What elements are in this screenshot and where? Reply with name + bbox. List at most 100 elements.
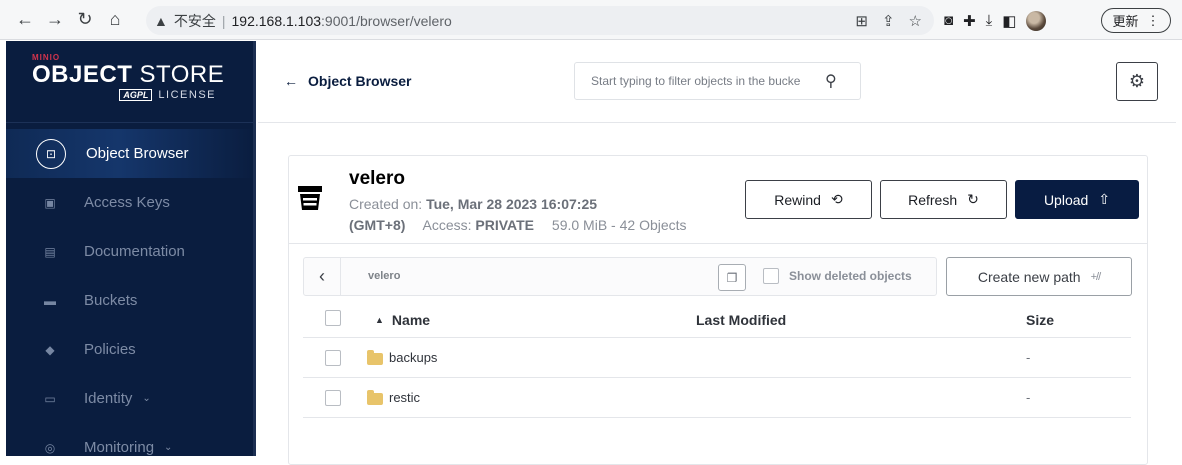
sidebar-item-buckets[interactable]: ▬ Buckets <box>6 276 256 325</box>
page-title: Object Browser <box>308 73 412 89</box>
column-label: Name <box>391 312 431 328</box>
sidebar-item-label: Monitoring <box>84 439 155 456</box>
object-browser-icon: ⊡ <box>36 138 66 169</box>
new-path-icon: +// <box>1090 270 1102 283</box>
sidebar-menu: ⊡ Object Browser ▣ Access Keys ▤ Documen… <box>6 123 256 456</box>
created-value: Tue, Mar 28 2023 16:07:25 <box>426 196 598 212</box>
warning-icon: ▲ <box>154 12 168 29</box>
arrow-left-icon: ← <box>284 73 298 89</box>
url-path: :9001/browser/velero <box>321 12 452 29</box>
search-icon[interactable]: ⚲ <box>825 71 837 91</box>
table-row[interactable]: backups - <box>303 338 1131 378</box>
upload-label: Upload <box>1043 191 1089 208</box>
show-deleted-toggle[interactable]: Show deleted objects <box>763 268 912 284</box>
table-row[interactable]: restic - <box>303 378 1131 418</box>
minio-logo[interactable]: MINIO OBJECT STORE AGPL LICENSE <box>6 41 256 123</box>
back-to-object-browser-link[interactable]: ← Object Browser <box>284 73 411 89</box>
created-label: Created on: <box>349 196 423 212</box>
reload-icon[interactable]: ↻ <box>70 5 100 35</box>
access-value: PRIVATE <box>475 217 535 233</box>
documentation-icon: ▤ <box>44 244 56 259</box>
divider: | <box>221 12 226 29</box>
sidebar-item-identity[interactable]: ▭ Identity ⌄ <box>6 374 256 423</box>
copy-path-button[interactable]: ❐ <box>718 264 746 291</box>
side-panel-icon[interactable]: ◧ <box>1002 12 1016 30</box>
gear-icon: ⚙ <box>1128 71 1146 91</box>
monitoring-icon: ◎ <box>44 440 56 455</box>
column-header-name[interactable]: ▲ Name <box>375 312 430 328</box>
sidebar: MINIO OBJECT STORE AGPL LICENSE ⊡ Object… <box>6 41 256 456</box>
bookmark-star-icon[interactable]: ☆ <box>909 12 922 30</box>
security-indicator[interactable]: ▲ 不安全 | <box>154 11 232 31</box>
chevron-left-icon[interactable]: ‹ <box>304 258 341 295</box>
share-icon[interactable]: ⇪ <box>882 12 895 30</box>
browser-toolbar: ← → ↻ ⌂ ▲ 不安全 | 192.168.1.103 :9001/brow… <box>0 0 1182 40</box>
sidebar-item-policies[interactable]: ◆ Policies <box>6 325 256 374</box>
extensions-puzzle-icon[interactable]: ✚ <box>963 12 976 30</box>
history-icon: ⟲ <box>830 191 843 207</box>
bucket-meta: (GMT+8) Access: PRIVATE 59.0 MiB - 42 Ob… <box>349 217 687 233</box>
upload-icon: ⇧ <box>1098 191 1111 207</box>
home-icon[interactable]: ⌂ <box>100 5 130 35</box>
create-new-path-button[interactable]: Create new path +// <box>946 257 1132 296</box>
bucket-icon <box>298 186 322 210</box>
download-icon[interactable]: ⤓ <box>986 12 993 29</box>
filter-objects-input[interactable] <box>591 74 823 88</box>
access-keys-icon: ▣ <box>44 195 56 210</box>
refresh-label: Refresh <box>908 191 958 208</box>
update-button[interactable]: 更新 ⋮ <box>1101 8 1171 33</box>
folder-icon <box>367 389 383 405</box>
sidebar-item-documentation[interactable]: ▤ Documentation <box>6 227 256 276</box>
column-header-size[interactable]: Size <box>1026 312 1054 328</box>
extension-app-icon[interactable]: ◙ <box>944 12 953 29</box>
chevron-down-icon: ⌄ <box>164 442 173 453</box>
row-checkbox[interactable] <box>325 390 341 406</box>
profile-avatar[interactable] <box>1026 10 1047 31</box>
policies-icon: ◆ <box>45 342 55 357</box>
object-size: - <box>1026 350 1031 365</box>
main-content: ← Object Browser ⚲ ⚙ velero Created on: … <box>258 41 1176 465</box>
security-label: 不安全 <box>173 12 216 29</box>
column-header-last-modified[interactable]: Last Modified <box>696 312 786 328</box>
refresh-button[interactable]: Refresh ↻ <box>880 180 1007 219</box>
address-bar[interactable]: ▲ 不安全 | 192.168.1.103 :9001/browser/vele… <box>146 6 934 35</box>
page-header: ← Object Browser ⚲ ⚙ <box>258 41 1176 123</box>
sidebar-item-monitoring[interactable]: ◎ Monitoring ⌄ <box>6 423 256 456</box>
back-arrow-icon[interactable]: ← <box>10 5 40 35</box>
create-path-label: Create new path <box>977 268 1081 285</box>
folder-icon <box>367 349 383 365</box>
sidebar-item-access-keys[interactable]: ▣ Access Keys <box>6 178 256 227</box>
sidebar-item-label: Identity <box>84 390 133 407</box>
breadcrumb-path[interactable]: velero <box>368 270 400 282</box>
settings-button[interactable]: ⚙ <box>1116 62 1158 101</box>
show-deleted-label: Show deleted objects <box>789 269 912 283</box>
objects-table: ▲ Name Last Modified Size backups - rest… <box>303 298 1131 418</box>
rewind-label: Rewind <box>774 191 821 208</box>
filter-objects-field[interactable]: ⚲ <box>574 62 861 100</box>
bucket-created: Created on: Tue, Mar 28 2023 16:07:25 <box>349 196 597 212</box>
sidebar-item-label: Documentation <box>84 243 185 260</box>
row-checkbox[interactable] <box>325 350 341 366</box>
rewind-button[interactable]: Rewind ⟲ <box>745 180 872 219</box>
bucket-name: velero <box>349 168 405 189</box>
logo-bold: OBJECT <box>32 61 133 88</box>
object-name: backups <box>389 350 438 365</box>
logo-light: STORE <box>132 61 225 88</box>
upload-button[interactable]: Upload ⇧ <box>1015 180 1139 219</box>
bucket-header: velero Created on: Tue, Mar 28 2023 16:0… <box>289 156 1147 244</box>
show-deleted-checkbox[interactable] <box>763 268 779 284</box>
object-name: restic <box>389 390 421 405</box>
sidebar-item-object-browser[interactable]: ⊡ Object Browser <box>6 129 256 178</box>
object-size: - <box>1026 390 1031 405</box>
translate-icon[interactable]: ⊞ <box>855 12 868 30</box>
forward-arrow-icon[interactable]: → <box>40 5 70 35</box>
select-all-checkbox[interactable] <box>325 310 341 326</box>
logo-title: OBJECT STORE <box>32 62 256 88</box>
breadcrumb: ‹ velero ❐ Show deleted objects <box>303 257 937 296</box>
bucket-summary: 59.0 MiB - 42 Objects <box>551 217 687 233</box>
bucket-panel: velero Created on: Tue, Mar 28 2023 16:0… <box>288 155 1148 465</box>
object-name-cell: restic <box>367 389 421 405</box>
access-label: Access: <box>422 217 472 233</box>
identity-icon: ▭ <box>44 391 56 406</box>
update-label: 更新 <box>1112 14 1139 29</box>
